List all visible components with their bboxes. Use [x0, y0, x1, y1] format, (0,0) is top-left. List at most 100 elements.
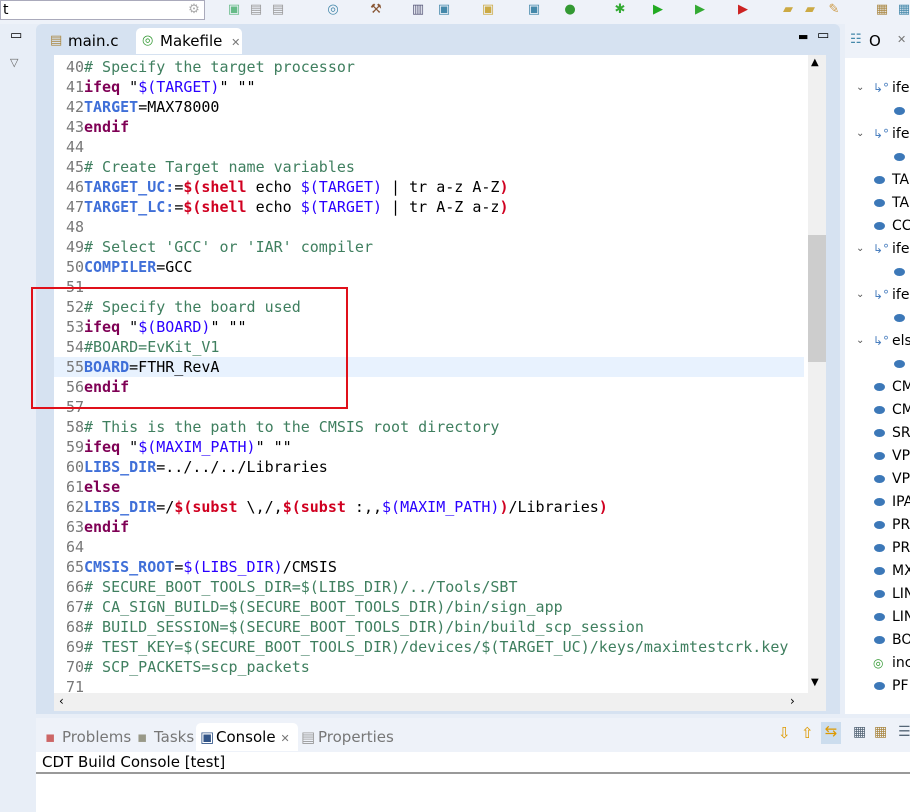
new-c-project-icon[interactable]: ▣ [436, 2, 452, 17]
code-line[interactable]: 46TARGET_UC:=$(shell echo $(TARGET) | tr… [54, 177, 804, 197]
horizontal-scrollbar[interactable]: ‹ › [54, 693, 826, 711]
code-line[interactable]: 65CMSIS_ROOT=$(LIBS_DIR)/CMSIS [54, 557, 804, 577]
tab-tasks[interactable]: ▪ Tasks [134, 723, 194, 751]
code-line[interactable]: 48 [54, 217, 804, 237]
outline-item[interactable] [845, 100, 910, 122]
pin-console-icon[interactable]: ▦ [853, 724, 866, 740]
outline-item[interactable]: MX [845, 560, 910, 582]
outline-item[interactable]: SR [845, 422, 910, 444]
outline-item[interactable] [845, 146, 910, 168]
outline-item[interactable]: ⌄ ↳° ife [845, 77, 910, 99]
outline-item[interactable] [845, 307, 910, 329]
code-line[interactable]: 40# Specify the target processor [54, 57, 804, 77]
code-line[interactable]: 63endif [54, 517, 804, 537]
outline-item[interactable]: ⌄ ↳° ife [845, 238, 910, 260]
outline-item[interactable]: ⌄ ↳° ife [845, 123, 910, 145]
quick-access-input[interactable]: t [0, 0, 205, 20]
outline-item[interactable]: CM [845, 376, 910, 398]
display-console-icon[interactable]: ☰ [898, 724, 910, 740]
code-line[interactable]: 62LIBS_DIR=/$(subst \,/,$(subst :,,$(MAX… [54, 497, 804, 517]
outline-item[interactable]: PR [845, 537, 910, 559]
outline-item[interactable]: TA [845, 192, 910, 214]
scrollbar-thumb[interactable] [808, 235, 826, 362]
pencil-icon[interactable]: ✎ [826, 2, 842, 17]
perspective-c-icon[interactable]: ▦ [896, 2, 910, 17]
outline-item[interactable]: LIN [845, 583, 910, 605]
vertical-scrollbar[interactable]: ▲ ▼ [808, 55, 826, 693]
outline-item[interactable]: LIN [845, 606, 910, 628]
code-line[interactable]: 67# CA_SIGN_BUILD=$(SECURE_BOOT_TOOLS_DI… [54, 597, 804, 617]
external-tools-icon[interactable]: ▶ [735, 2, 751, 17]
code-line[interactable]: 59ifeq "$(MAXIM_PATH)" "" [54, 437, 804, 457]
chevron-down-icon[interactable]: ⌄ [856, 330, 864, 352]
minimize-icon[interactable]: ▬ [798, 30, 808, 43]
outline-item[interactable]: PF [845, 675, 910, 697]
outline-item[interactable] [845, 261, 910, 283]
code-line[interactable]: 66# SECURE_BOOT_TOOLS_DIR=$(LIBS_DIR)/..… [54, 577, 804, 597]
code-line[interactable]: 58# This is the path to the CMSIS root d… [54, 417, 804, 437]
code-line[interactable]: 42TARGET=MAX78000 [54, 97, 804, 117]
gear-icon[interactable]: ⚙ [186, 2, 202, 17]
code-line[interactable]: 47TARGET_LC:=$(shell echo $(TARGET) | tr… [54, 197, 804, 217]
code-line[interactable]: 43endif [54, 117, 804, 137]
code-line[interactable]: 69# TEST_KEY=$(SECURE_BOOT_TOOLS_DIR)/de… [54, 637, 804, 657]
outline-item[interactable]: IPA [845, 491, 910, 513]
code-line[interactable]: 45# Create Target name variables [54, 157, 804, 177]
code-line[interactable]: 49# Select 'GCC' or 'IAR' compiler [54, 237, 804, 257]
code-line[interactable]: 60LIBS_DIR=../../../Libraries [54, 457, 804, 477]
tab-makefile[interactable]: ◎ Makefile ✕ [136, 28, 242, 54]
outline-item[interactable]: ◎ inc [845, 652, 910, 674]
tab-main-c[interactable]: ▤ main.c [44, 28, 134, 54]
close-icon[interactable]: ✕ [281, 732, 290, 745]
scroll-lock-icon[interactable]: ⇆ [821, 722, 841, 744]
code-line[interactable]: 68# BUILD_SESSION=$(SECURE_BOOT_TOOLS_DI… [54, 617, 804, 637]
save-all-icon[interactable]: ▤ [270, 2, 286, 17]
new-icon[interactable]: ▣ [226, 2, 242, 17]
new-folder-icon[interactable]: ▣ [480, 2, 496, 17]
refresh-icon[interactable]: ● [562, 2, 578, 17]
scroll-down-icon[interactable]: ▼ [811, 677, 819, 688]
outline-item[interactable]: VP [845, 468, 910, 490]
arrow-down-icon[interactable]: ⇩ [778, 724, 791, 742]
close-icon[interactable]: ✕ [897, 33, 906, 46]
scroll-up-icon[interactable]: ▲ [811, 57, 819, 68]
code-line[interactable]: 61else [54, 477, 804, 497]
binary-icon[interactable]: ▥ [410, 2, 426, 17]
open-folder-icon[interactable]: ▰ [780, 2, 796, 17]
build-hammer-icon[interactable]: ⚒ [368, 2, 384, 17]
close-icon[interactable]: ✕ [231, 36, 240, 49]
lock-console-icon[interactable]: ▦ [874, 724, 887, 740]
perspective-icon[interactable]: ▦ [874, 2, 890, 17]
code-line[interactable]: 64 [54, 537, 804, 557]
new-class-icon[interactable]: ▣ [526, 2, 542, 17]
maximize-icon[interactable]: ▭ [817, 28, 829, 43]
run-config-icon[interactable]: ▶ [692, 2, 708, 17]
scroll-right-icon[interactable]: › [790, 694, 795, 708]
tab-console[interactable]: ▣ Console ✕ [196, 723, 298, 751]
code-line[interactable]: 44 [54, 137, 804, 157]
open-file-icon[interactable]: ▰ [802, 2, 818, 17]
outline-item[interactable]: PR [845, 514, 910, 536]
debug-icon[interactable]: ✱ [612, 2, 628, 17]
run-icon[interactable]: ▶ [650, 2, 666, 17]
tab-problems[interactable]: ▪ Problems [42, 723, 131, 751]
code-line[interactable]: 70# SCP_PACKETS=scp_packets [54, 657, 804, 677]
outline-item[interactable]: VP [845, 445, 910, 467]
outline-item[interactable]: CM [845, 399, 910, 421]
code-line[interactable]: 41ifeq "$(TARGET)" "" [54, 77, 804, 97]
chevron-down-icon[interactable]: ⌄ [856, 238, 864, 260]
outline-item[interactable] [845, 353, 910, 375]
view-menu-icon[interactable]: ▽ [10, 56, 18, 69]
code-line[interactable]: 50COMPILER=GCC [54, 257, 804, 277]
scroll-left-icon[interactable]: ‹ [59, 694, 64, 708]
save-icon[interactable]: ▤ [248, 2, 264, 17]
outline-item[interactable]: BO [845, 629, 910, 651]
chevron-down-icon[interactable]: ⌄ [856, 284, 864, 306]
tab-properties[interactable]: ▤ Properties [298, 723, 394, 751]
arrow-up-icon[interactable]: ⇧ [801, 724, 814, 742]
outline-item[interactable]: ⌄ ↳° ife [845, 284, 910, 306]
restore-icon[interactable]: ▭ [10, 28, 22, 43]
outline-item[interactable]: TA [845, 169, 910, 191]
build-config-icon[interactable]: ◎ [325, 2, 341, 17]
chevron-down-icon[interactable]: ⌄ [856, 77, 864, 99]
